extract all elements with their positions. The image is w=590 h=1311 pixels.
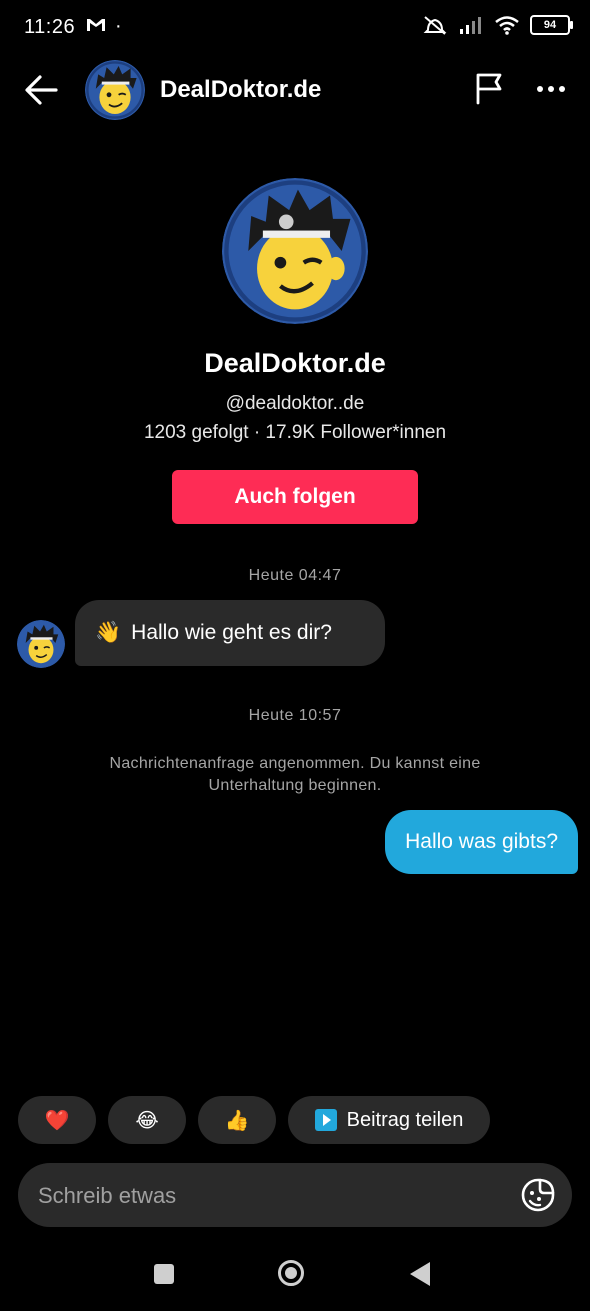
avatar-image xyxy=(85,60,145,120)
battery-indicator: 94 xyxy=(530,15,573,35)
profile-avatar[interactable] xyxy=(222,178,368,324)
thumbs-up-reaction-button[interactable]: 👍 xyxy=(198,1096,276,1144)
outgoing-message-bubble[interactable]: Hallo was gibts? xyxy=(385,810,578,874)
thumbs-up-icon: 👍 xyxy=(224,1109,250,1132)
emoji-sticker-icon[interactable] xyxy=(520,1177,556,1213)
chat-screen: 11:26 · 94 DealDoktor.de DealDoktor.de @… xyxy=(0,0,590,1311)
sender-avatar[interactable] xyxy=(17,620,65,668)
avatar-image xyxy=(222,178,368,324)
message-timestamp: Heute 10:57 xyxy=(248,707,342,724)
share-post-label: Beitrag teilen xyxy=(346,1108,464,1131)
flag-icon[interactable] xyxy=(472,72,506,106)
profile-handle: @dealdoktor..de xyxy=(225,393,365,414)
incoming-message-bubble[interactable]: 👋 Hallo wie geht es dir? xyxy=(75,600,385,666)
share-post-icon xyxy=(314,1109,337,1131)
more-horizontal-icon[interactable] xyxy=(534,72,568,106)
message-timestamp: Heute 04:47 xyxy=(248,567,342,584)
message-composer xyxy=(18,1163,572,1229)
status-dot: · xyxy=(115,15,122,37)
status-time: 11:26 xyxy=(24,16,76,38)
profile-name: DealDoktor.de xyxy=(204,348,386,378)
status-icons: 94 xyxy=(422,14,573,36)
recent-apps-icon[interactable] xyxy=(154,1264,174,1284)
share-post-button[interactable]: Beitrag teilen xyxy=(288,1096,490,1144)
system-navigation-bar xyxy=(0,1250,590,1300)
avatar-image xyxy=(17,620,65,668)
mute-icon xyxy=(423,16,447,35)
message-input[interactable] xyxy=(36,1163,500,1229)
back-triangle-icon[interactable] xyxy=(410,1262,430,1286)
chat-header: DealDoktor.de xyxy=(0,58,590,122)
header-avatar[interactable] xyxy=(85,60,145,120)
wave-emoji: 👋 xyxy=(95,621,122,644)
status-bar: 11:26 · 94 xyxy=(0,0,590,58)
follow-back-button[interactable]: Auch folgen xyxy=(172,470,418,524)
laughing-face-icon: 😂 xyxy=(135,1109,159,1132)
heart-icon: ❤️ xyxy=(44,1109,70,1132)
system-notice: Nachrichtenanfrage angenommen. Du kannst… xyxy=(109,755,481,794)
heart-reaction-button[interactable]: ❤️ xyxy=(18,1096,96,1144)
arrow-left-icon[interactable] xyxy=(22,72,62,108)
profile-stats: 1203 gefolgt · 17.9K Follower*innen xyxy=(143,422,447,443)
header-title[interactable]: DealDoktor.de xyxy=(160,76,321,104)
laugh-reaction-button[interactable]: 😂 xyxy=(108,1096,186,1144)
outgoing-message-text: Hallo was gibts? xyxy=(405,830,558,853)
quick-reply-bar: ❤️ 😂 👍 Beitrag teilen xyxy=(18,1096,572,1144)
home-icon[interactable] xyxy=(278,1260,304,1286)
gmail-icon xyxy=(87,19,105,31)
wifi-icon xyxy=(495,16,519,35)
signal-icon xyxy=(460,17,481,34)
incoming-message-text: Hallo wie geht es dir? xyxy=(131,621,332,644)
